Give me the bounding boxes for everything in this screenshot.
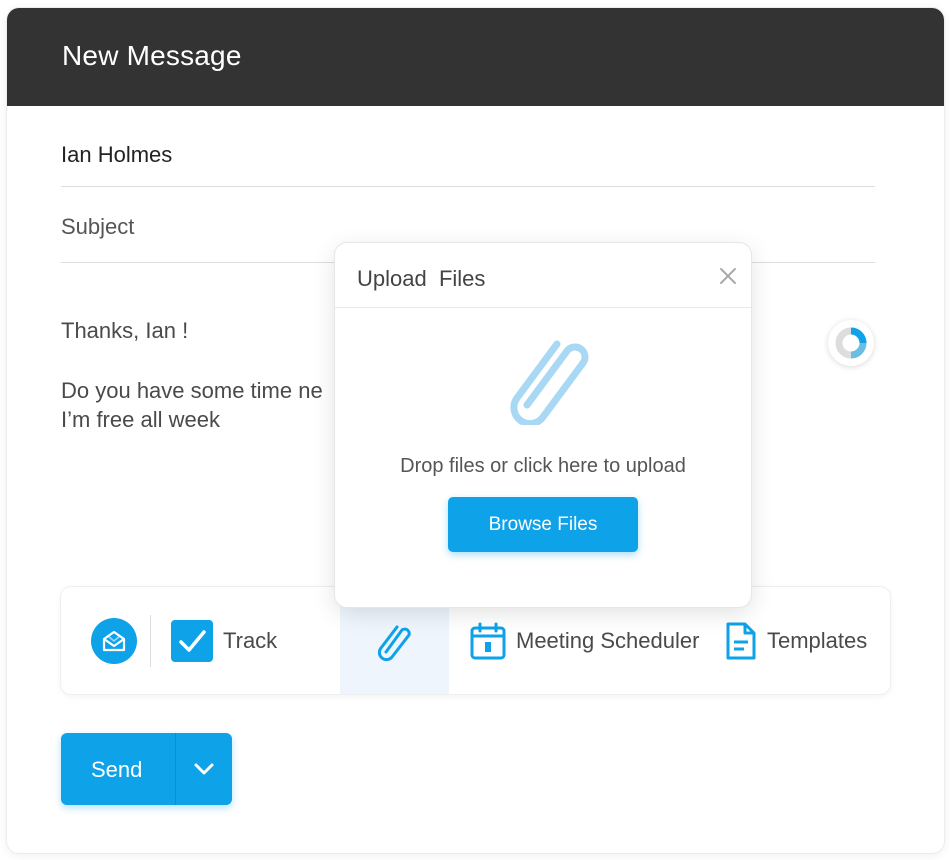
envelope-open-icon <box>91 617 137 664</box>
paperclip-icon <box>377 625 411 661</box>
message-body-line[interactable]: Thanks, Ian ! <box>61 318 188 344</box>
calendar-icon <box>470 622 506 659</box>
templates-label: Templates <box>767 627 868 653</box>
close-icon <box>720 268 736 284</box>
dialog-separator <box>335 307 751 308</box>
upload-drop-zone[interactable] <box>505 335 595 430</box>
toolbar-divider <box>150 615 151 667</box>
subject-placeholder: Subject <box>61 214 135 239</box>
grammar-assistant-button[interactable] <box>828 320 874 366</box>
compose-header: New Message <box>7 8 944 106</box>
send-button-group: Send <box>61 733 232 805</box>
upload-hint: Drop files or click here to upload <box>400 455 686 477</box>
recipient-field[interactable]: Ian Holmes <box>61 138 875 187</box>
upload-files-dialog: Upload Files Drop files or click here to… <box>335 243 751 607</box>
loading-spinner-icon <box>835 327 867 359</box>
paperclip-icon <box>510 340 589 428</box>
track-label: Track <box>223 627 278 653</box>
compose-title: New Message <box>62 40 242 71</box>
document-icon <box>726 622 756 659</box>
browse-files-button[interactable]: Browse Files <box>448 497 638 552</box>
checkbox-checked-icon[interactable] <box>171 619 213 662</box>
close-dialog-button[interactable] <box>717 265 739 287</box>
send-options-button[interactable] <box>176 733 232 805</box>
chevron-down-icon <box>194 763 214 775</box>
message-body-line[interactable]: Do you have some time ne <box>61 378 323 404</box>
send-button[interactable]: Send <box>91 757 142 783</box>
recipient-value: Ian Holmes <box>61 142 173 167</box>
track-toggle[interactable]: Track <box>171 587 277 694</box>
message-body-line[interactable]: I’m free all week <box>61 407 220 433</box>
toolbar-envelope-button[interactable] <box>91 587 137 694</box>
upload-dialog-title: Upload Files <box>357 266 486 291</box>
meeting-scheduler-label: Meeting Scheduler <box>516 627 700 653</box>
